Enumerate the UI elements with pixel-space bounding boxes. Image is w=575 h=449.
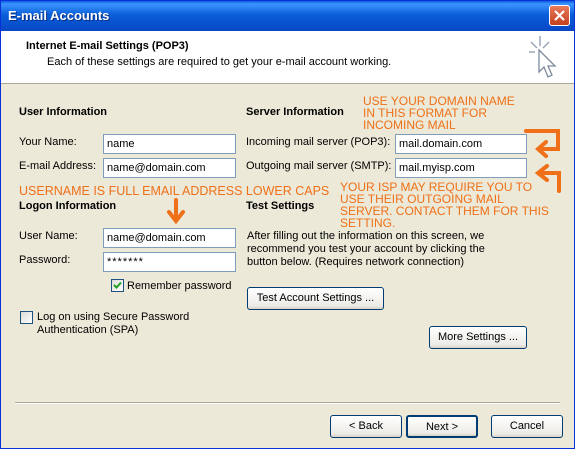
email-accounts-dialog: E-mail Accounts Internet E-mail Settings… [0, 0, 575, 449]
annotation-arrows [167, 129, 561, 225]
